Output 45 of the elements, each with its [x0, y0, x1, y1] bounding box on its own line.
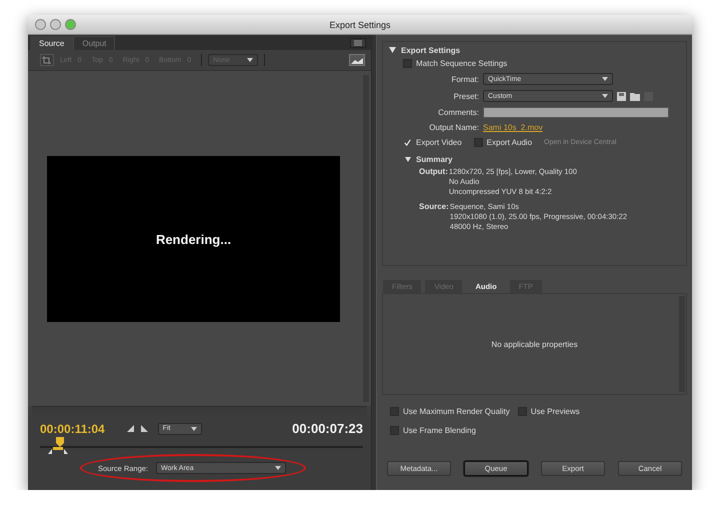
tab[interactable]: Source — [30, 36, 74, 50]
rendering-text: Rendering... — [156, 232, 232, 246]
checkbox-label: Use Maximum Render Quality — [403, 406, 510, 416]
in-out-handles-icon — [46, 447, 70, 455]
checkbox[interactable] — [390, 426, 399, 434]
mark-in-icon — [126, 424, 135, 433]
window-control-icon[interactable] — [50, 19, 61, 30]
window-control-icon[interactable] — [35, 19, 46, 30]
checkbox-label: Export Audio — [486, 138, 532, 146]
checkbox-label: Export Video — [416, 138, 462, 146]
caret-icon — [247, 58, 254, 62]
checkbox[interactable] — [518, 406, 527, 416]
summary-heading: Summary — [416, 154, 452, 164]
caret-icon — [190, 426, 197, 430]
save-icon — [617, 92, 626, 100]
checkbox[interactable] — [474, 138, 483, 146]
empty-message: No applicable properties — [491, 340, 578, 348]
summary-label: Source: — [419, 202, 449, 213]
playhead-icon[interactable] — [56, 437, 64, 449]
window-title: Export Settings — [328, 20, 392, 30]
output-name-link[interactable]: Sami 10s_2.mov — [483, 123, 543, 132]
window-control-icon[interactable] — [65, 19, 76, 30]
duration-timecode: 00:00:07:23 — [292, 421, 363, 436]
caret-icon — [602, 77, 608, 81]
field-label: Format: — [450, 74, 479, 84]
section-heading: Export Settings — [401, 46, 460, 54]
checkbox[interactable] — [390, 406, 399, 416]
checkbox[interactable] — [403, 58, 412, 68]
comments-field[interactable] — [483, 107, 669, 118]
checkbox-label: Use Previews — [530, 406, 580, 416]
crop-icon — [40, 54, 54, 66]
image-icon — [349, 54, 365, 66]
checkbox-label: Use Frame Blending — [403, 426, 476, 434]
summary-label: Output: — [419, 167, 448, 178]
tab[interactable]: Output — [73, 36, 116, 50]
field-label: Preset: — [452, 92, 479, 100]
caret-icon — [275, 466, 282, 470]
scrollbar[interactable] — [32, 406, 367, 415]
field-label: Output Name: — [428, 123, 479, 132]
caret-icon — [602, 94, 608, 98]
checkbox-label: Match Sequence Settings — [416, 58, 508, 68]
field-label: Comments: — [437, 108, 479, 117]
mark-out-icon — [140, 424, 149, 433]
folder-icon — [630, 92, 640, 100]
current-timecode[interactable]: 00:00:11:04 — [40, 422, 105, 436]
